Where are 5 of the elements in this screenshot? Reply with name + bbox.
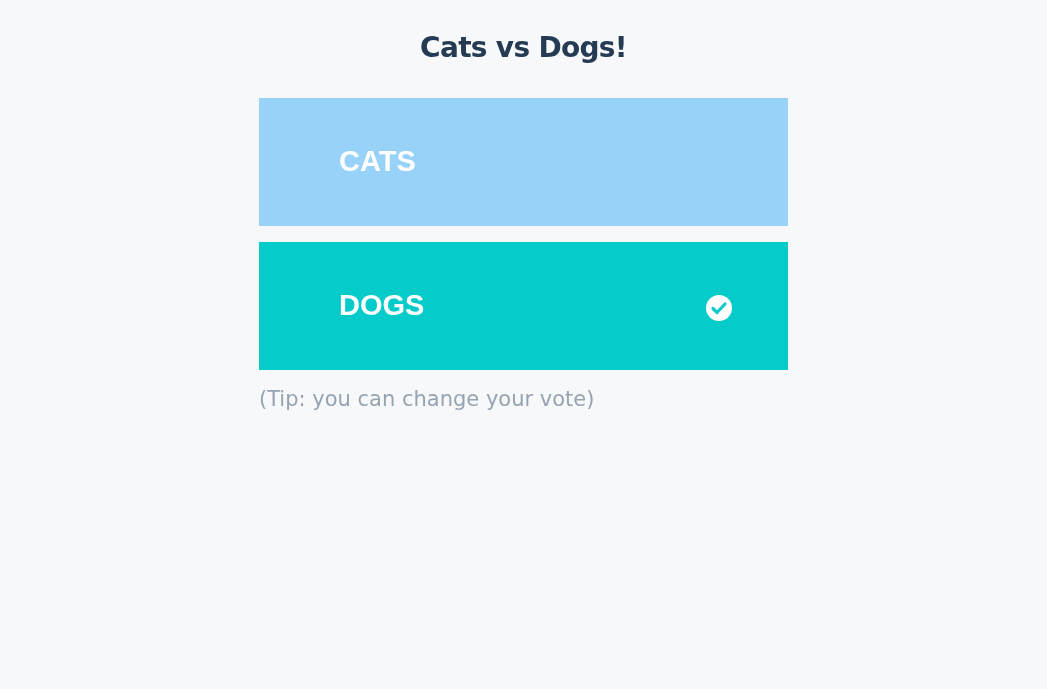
checkmark-icon [706,295,732,321]
tip-text: (Tip: you can change your vote) [259,386,596,413]
page-title: Cats vs Dogs! [420,30,627,66]
vote-option[interactable]: DOGS [259,242,788,370]
vote-option[interactable]: CATS [259,98,788,226]
